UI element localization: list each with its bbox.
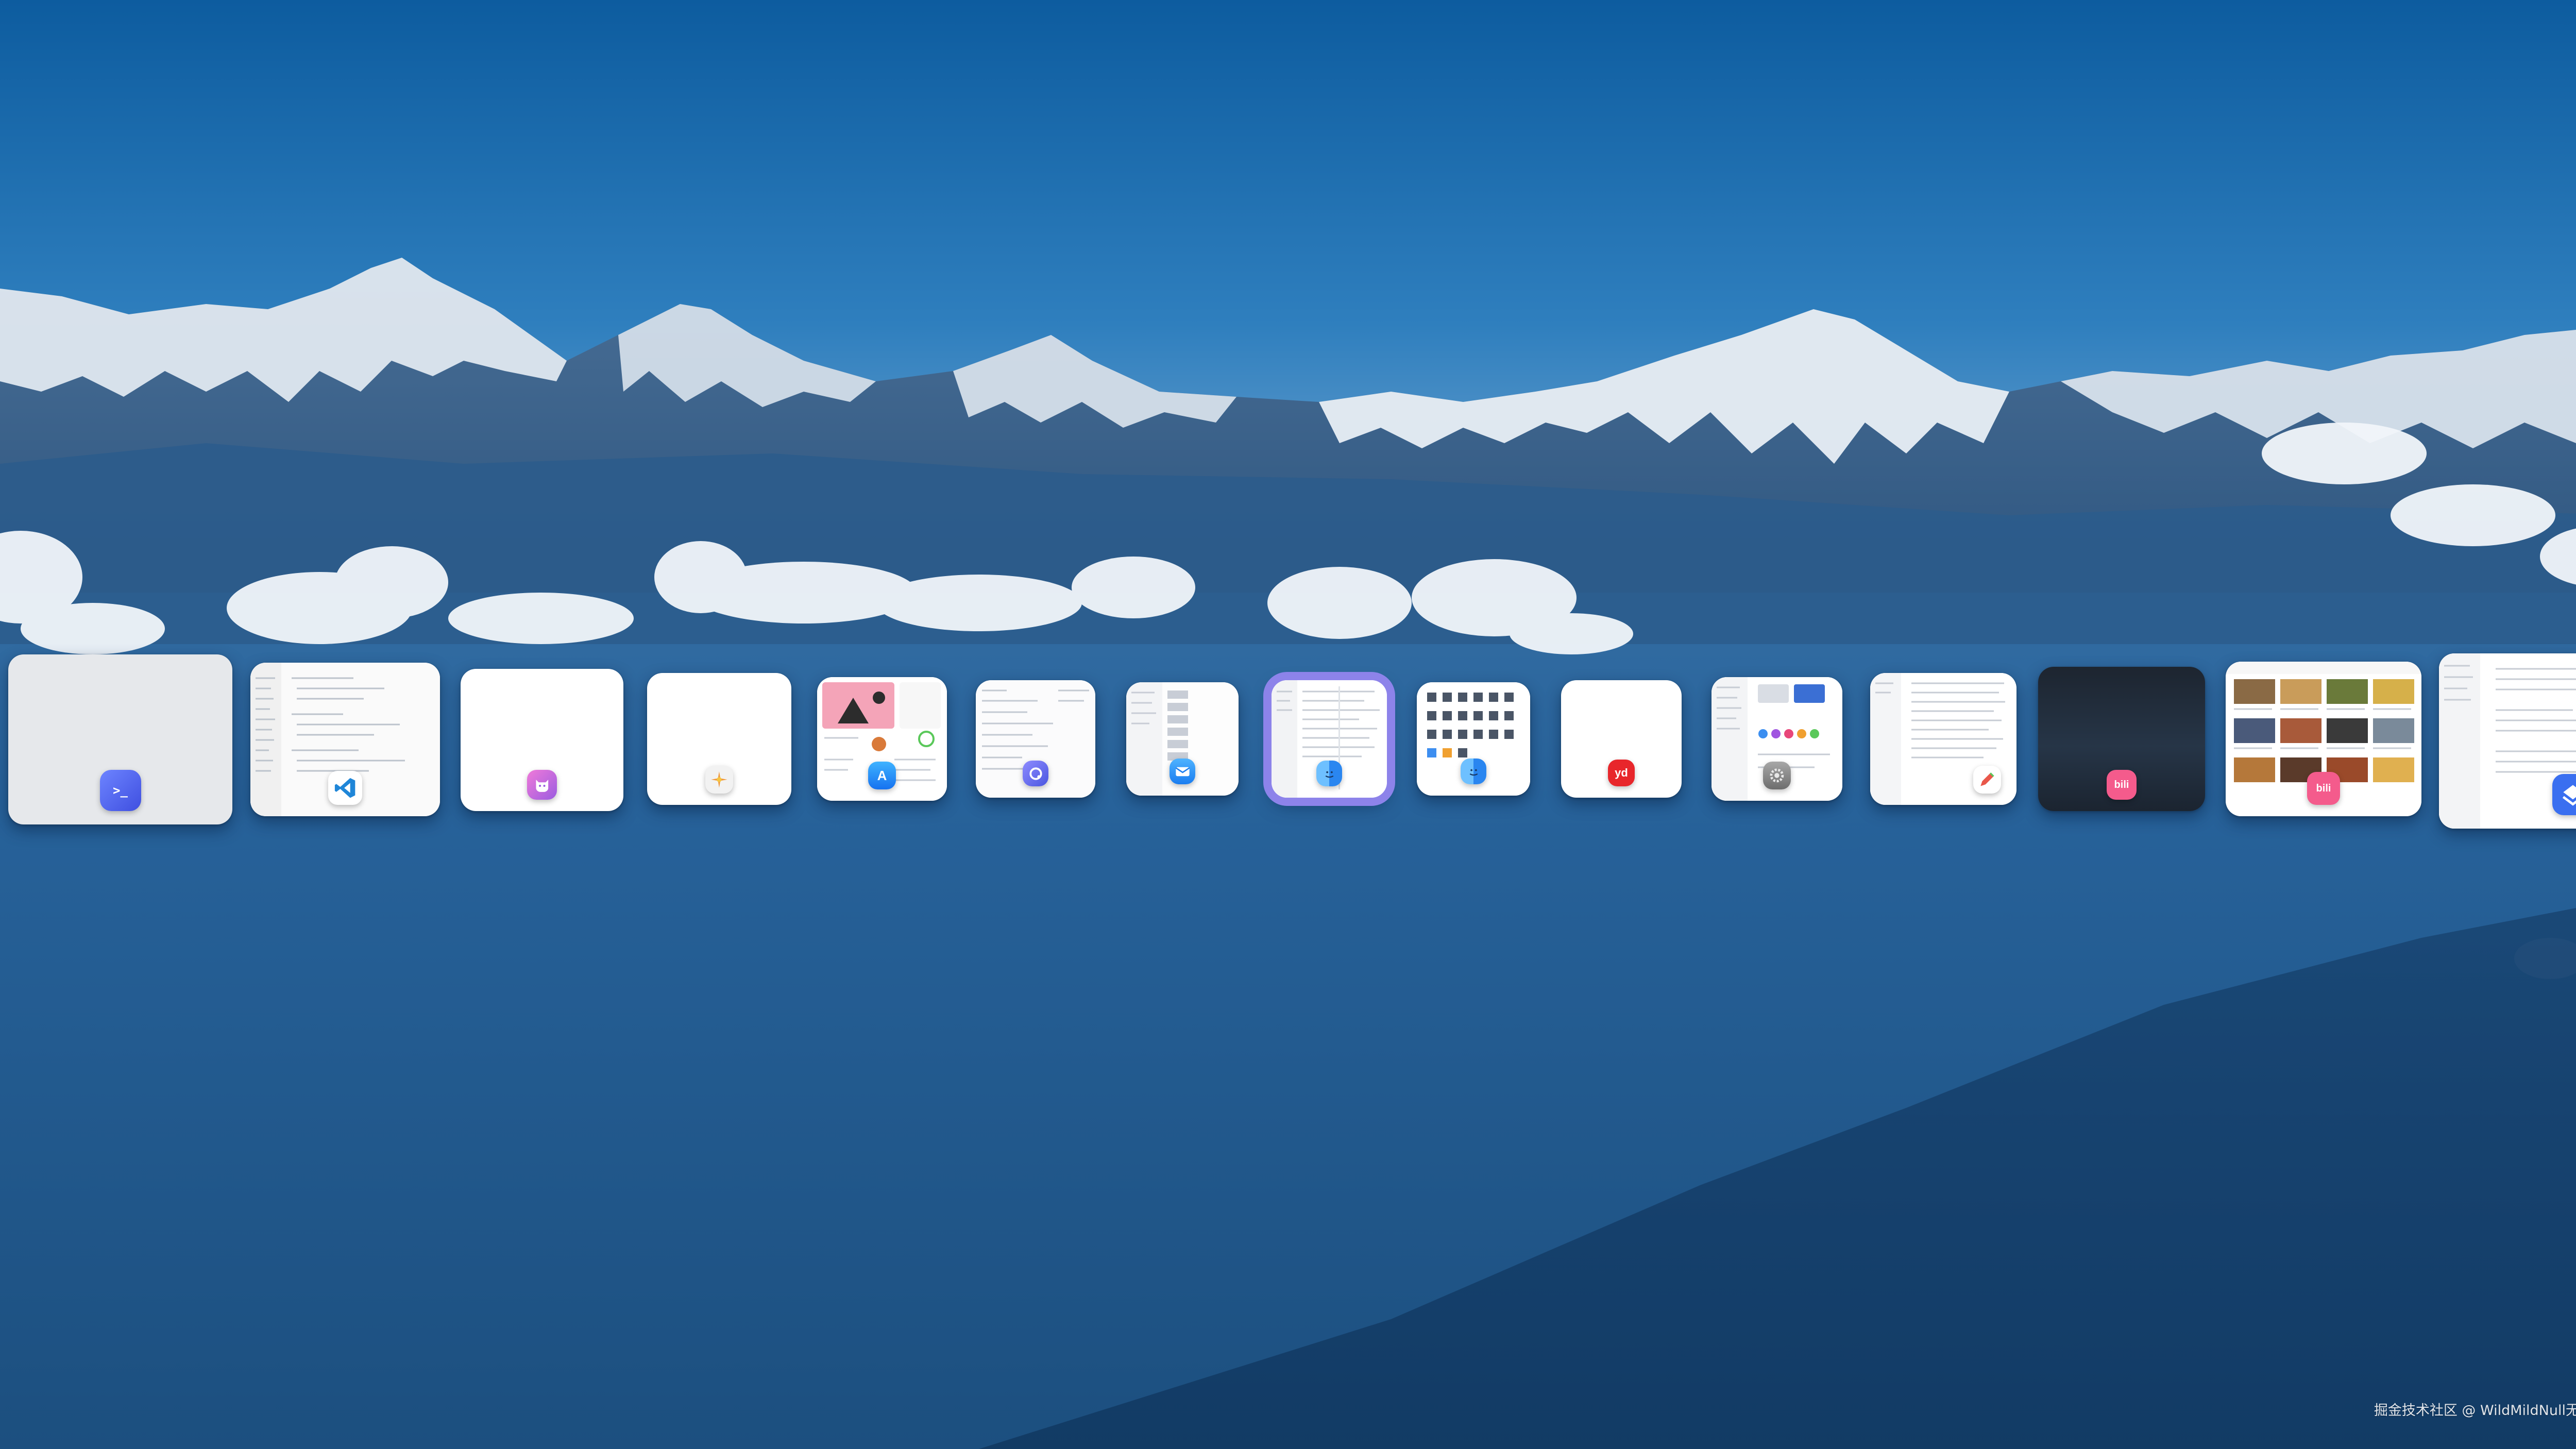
watermark: 掘金技术社区 @ WildMildNull无为 [2374,1403,2576,1419]
pixelmator-window[interactable] [647,673,791,805]
youdao-window[interactable]: yd [1561,680,1682,798]
pencil-icon [1973,766,2001,794]
bilibili-feed-window[interactable]: bili [2226,662,2421,816]
youdao-icon: yd [1608,760,1635,786]
gear-icon [1763,762,1791,789]
finder-icon [1461,759,1486,784]
finder-icon [1316,761,1342,786]
bilibili-icon: bili [2107,770,2137,800]
feishu-window[interactable] [2439,653,2576,829]
sparkle-icon [705,766,733,794]
app-store-icon: A [868,762,896,789]
bilibili-icon: bili [2307,772,2340,805]
terminal-window[interactable]: >_ [8,654,232,824]
app-store-window[interactable]: A [817,677,947,801]
settings-window[interactable] [1711,677,1842,801]
bilibili-player-window[interactable]: bili [2038,667,2205,811]
arc-icon [1023,761,1048,786]
terminal-icon: >_ [99,770,141,811]
finder-grid-window[interactable] [1417,682,1530,796]
runcat-window[interactable] [461,669,623,811]
vscode-window[interactable] [250,663,440,816]
feishu-icon [2552,774,2576,815]
cat-icon [527,770,557,800]
vscode-icon [328,771,362,805]
mail-icon [1170,759,1195,784]
arc-window[interactable] [976,680,1095,798]
app-switcher: >_ A yd bili bili [0,639,2576,845]
document-window[interactable] [1870,673,2016,805]
finder-window[interactable] [1263,672,1395,806]
mail-window[interactable] [1126,682,1239,796]
